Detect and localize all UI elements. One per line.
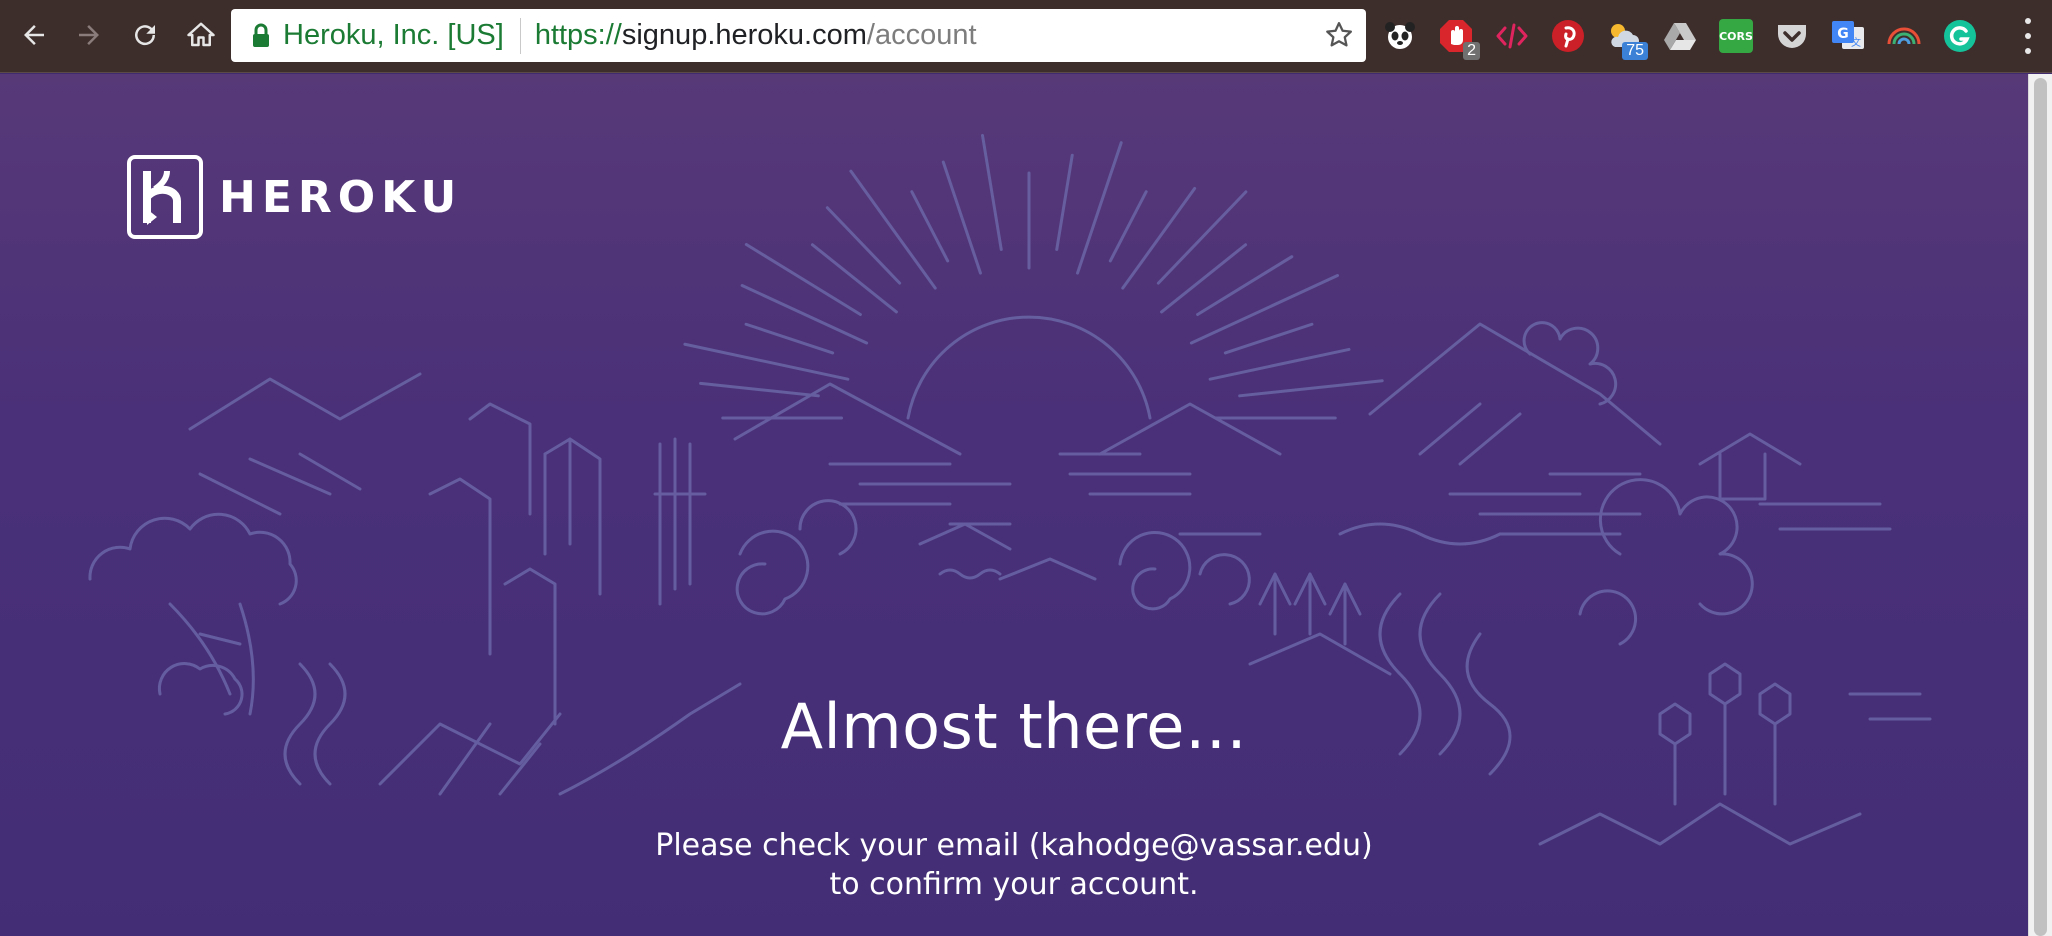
- scrollbar-thumb[interactable]: [2034, 78, 2047, 936]
- reload-button[interactable]: [122, 12, 168, 58]
- url-path: /account: [866, 19, 977, 51]
- code-extension-icon[interactable]: [1492, 16, 1532, 56]
- rainbow-extension-icon[interactable]: [1884, 16, 1924, 56]
- sun-ray: [1189, 274, 1340, 345]
- google-translate-extension-icon[interactable]: G文: [1828, 16, 1868, 56]
- omnibox-divider: [519, 17, 521, 54]
- menu-dot: [2025, 33, 2031, 39]
- cors-label: CORS: [1719, 29, 1753, 43]
- browser-toolbar: Heroku, Inc. [US] https://signup.heroku.…: [0, 0, 2052, 73]
- page-content: HEROKU Almost there… Please check your e…: [0, 74, 2028, 936]
- heroku-logo[interactable]: HEROKU: [127, 154, 462, 240]
- sun-ray: [744, 243, 862, 317]
- browser-menu-button[interactable]: [2018, 18, 2038, 54]
- page-headline: Almost there…: [780, 690, 1248, 763]
- back-button[interactable]: [11, 12, 57, 58]
- cors-extension-icon[interactable]: CORS: [1716, 16, 1756, 56]
- sun-ray: [740, 284, 869, 345]
- bookmark-star-icon[interactable]: [1324, 20, 1354, 50]
- sun-ray: [1156, 190, 1248, 285]
- sun-ray: [941, 160, 982, 275]
- back-arrow-icon: [24, 25, 44, 45]
- sun-ray: [825, 206, 902, 285]
- heroku-logo-mark-icon: [127, 155, 203, 239]
- sun-ray: [744, 322, 835, 355]
- grammarly-extension-icon[interactable]: [1940, 16, 1980, 56]
- sun-ray: [1208, 347, 1351, 381]
- logo-wordmark: HEROKU: [219, 171, 463, 223]
- google-drive-extension-icon[interactable]: [1660, 16, 1700, 56]
- message-line-2: to confirm your account.: [829, 867, 1199, 902]
- menu-dot: [2025, 18, 2031, 24]
- forward-arrow-icon: [79, 25, 99, 45]
- sun-ray: [1055, 153, 1074, 251]
- sun-ray: [1223, 322, 1314, 355]
- sun-ray: [1196, 255, 1294, 317]
- sun-ray: [810, 243, 898, 314]
- pinterest-extension-icon[interactable]: [1548, 16, 1588, 56]
- sun-ray: [981, 133, 1003, 251]
- adblock-extension-icon[interactable]: 2: [1436, 16, 1480, 60]
- confirmation-message: Please check your email (kahodge@vassar.…: [0, 826, 2028, 904]
- page-scrollbar[interactable]: [2028, 74, 2052, 936]
- url-scheme: https://: [534, 19, 622, 51]
- sun-ray: [699, 381, 820, 398]
- adblock-badge: 2: [1463, 42, 1480, 60]
- sun-ray: [1238, 379, 1384, 398]
- sun-ray: [1108, 190, 1148, 263]
- home-button[interactable]: [178, 12, 224, 58]
- lock-icon: [251, 23, 271, 49]
- weather-extension-icon[interactable]: 75: [1604, 16, 1648, 60]
- url-host: signup.heroku.com: [621, 19, 867, 51]
- forward-button[interactable]: [66, 12, 112, 58]
- sun-ray: [849, 169, 937, 290]
- home-icon: [187, 22, 215, 47]
- message-line-1: Please check your email (kahodge@vassar.…: [655, 828, 1373, 863]
- reload-icon: [135, 25, 156, 46]
- sun-ray: [1121, 187, 1197, 290]
- sun-ray: [910, 190, 950, 263]
- security-org-label: Heroku, Inc. [US]: [283, 19, 504, 51]
- sun-ray: [1160, 243, 1248, 314]
- pocket-extension-icon[interactable]: [1772, 16, 1812, 56]
- address-bar[interactable]: Heroku, Inc. [US] https://signup.heroku.…: [231, 9, 1366, 62]
- svg-text:G: G: [1837, 26, 1849, 42]
- extensions-bar: 2 75 CORS G文: [1380, 12, 1996, 60]
- panda-extension-icon[interactable]: [1380, 16, 1420, 56]
- svg-text:文: 文: [1851, 36, 1861, 49]
- url-text[interactable]: https://signup.heroku.com/account: [535, 19, 977, 52]
- menu-dot: [2025, 48, 2031, 54]
- weather-badge: 75: [1622, 42, 1648, 60]
